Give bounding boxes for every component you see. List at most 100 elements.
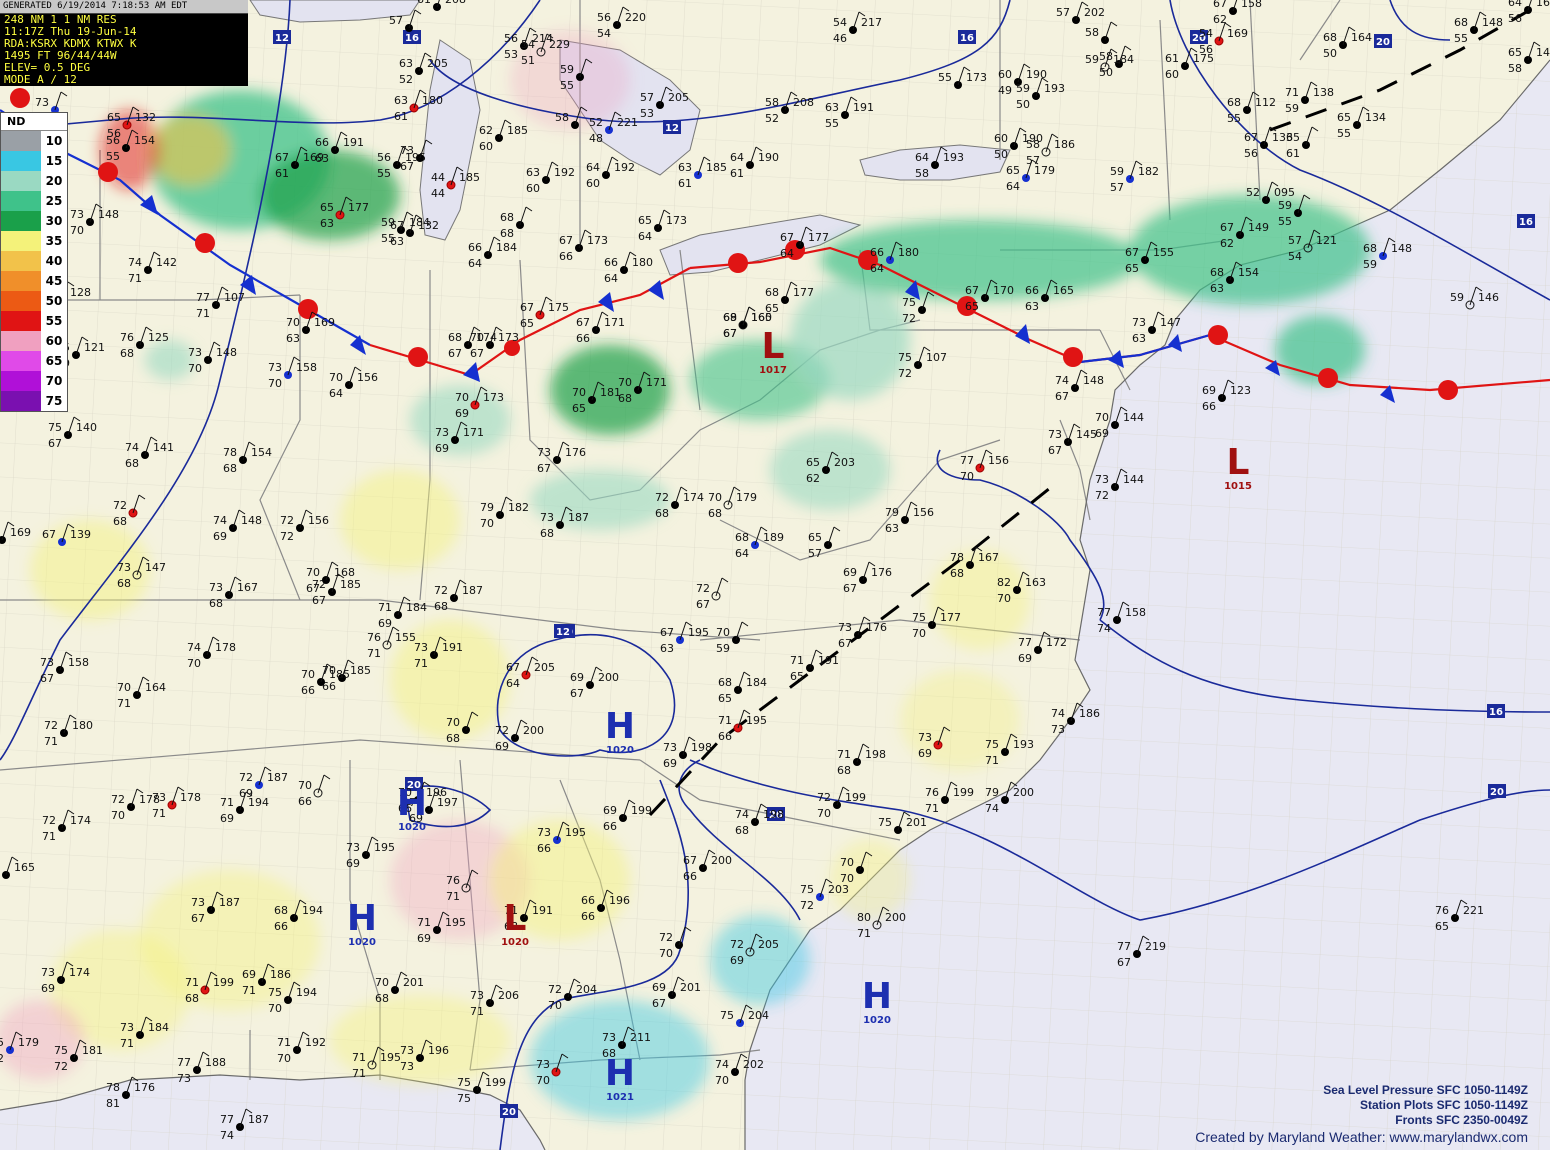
legend-swatch (1, 131, 41, 151)
station-dewpoint: 70 (548, 999, 562, 1012)
station-dewpoint: 74 (1097, 622, 1111, 635)
station-pressure: 221 (617, 116, 638, 129)
station-temperature: 66 (468, 241, 482, 254)
station-pressure: 186 (1079, 707, 1100, 720)
station-dewpoint: 70 (659, 947, 673, 960)
station-dewpoint: 53 (504, 48, 518, 61)
legend-label: 65 (41, 354, 67, 368)
isobar-label-text: 12 (665, 123, 679, 134)
station-pressure: 205 (427, 57, 448, 70)
station-pressure: 194 (296, 986, 317, 999)
station-dewpoint: 67 (652, 997, 666, 1010)
station-pressure: 202 (1084, 6, 1105, 19)
station-dewpoint: 70 (912, 627, 926, 640)
isobar-label: 16 (958, 30, 976, 44)
station-pressure: 203 (834, 456, 855, 469)
station-temperature: 74 (735, 808, 749, 821)
station-temperature: 66 (581, 894, 595, 907)
station-temperature: 56 (597, 11, 611, 24)
station-temperature: 69 (242, 968, 256, 981)
station-temperature: 71 (378, 601, 392, 614)
station-dewpoint: 60 (479, 140, 493, 153)
legend-label: 60 (41, 334, 67, 348)
station-dewpoint: 52 (399, 73, 413, 86)
station-pressure: 147 (1160, 316, 1181, 329)
station-temperature: 60 (998, 68, 1012, 81)
station-temperature: 68 (723, 311, 737, 324)
station-dewpoint: 56 (1199, 43, 1213, 56)
station-temperature: 69 (843, 566, 857, 579)
station-temperature: 65 (638, 214, 652, 227)
legend-swatch (1, 291, 41, 311)
station-dewpoint: 64 (329, 387, 343, 400)
station-pressure: 191 (343, 136, 364, 149)
legend-swatch (1, 211, 41, 231)
station-dewpoint: 63 (1025, 300, 1039, 313)
center-pressure-value: 1020 (398, 822, 426, 833)
station-temperature: 71 (718, 714, 732, 727)
station-temperature: 72 (730, 938, 744, 951)
station-temperature: 82 (997, 576, 1011, 589)
station-temperature: 75 (457, 1076, 471, 1089)
station-temperature: 57 (1056, 6, 1070, 19)
station-pressure: 174 (476, 331, 497, 344)
legend-swatch (1, 231, 41, 251)
station-temperature: 64 (915, 151, 929, 164)
isobar-label: 16 (403, 30, 421, 44)
legend-swatch (1, 171, 41, 191)
station-temperature: 70 (446, 716, 460, 729)
isobar-label-text: 20 (1376, 37, 1390, 48)
station-dewpoint: 69 (346, 857, 360, 870)
legend-bin: 60 (1, 331, 67, 351)
station-pressure: 199 (485, 1076, 506, 1089)
station-dewpoint: 71 (925, 802, 939, 815)
legend-swatch (1, 351, 41, 371)
station-temperature: 75 (898, 351, 912, 364)
station-pressure: 199 (953, 786, 974, 799)
reflectivity-legend: ND 10 15 20 25 30 35 40 45 50 55 60 65 70 75 (0, 112, 68, 412)
station-dewpoint: 71 (44, 735, 58, 748)
station-temperature: 73 (152, 791, 166, 804)
station-pressure: 158 (296, 361, 317, 374)
station-pressure: 123 (1230, 384, 1251, 397)
station-pressure: 193 (943, 151, 964, 164)
station-dewpoint: 68 (375, 992, 389, 1005)
generated-timestamp: GENERATED 6/19/2014 7:18:53 AM EDT (0, 0, 248, 14)
station-dewpoint: 71 (446, 890, 460, 903)
station-dewpoint: 68 (950, 567, 964, 580)
legend-swatch (1, 331, 41, 351)
station-temperature: 73 (188, 346, 202, 359)
station-temperature: 76 (367, 631, 381, 644)
legend-label: 40 (41, 254, 67, 268)
station-pressure: 208 (445, 0, 466, 6)
station-dewpoint: 67 (570, 687, 584, 700)
high-pressure-center: H1020 (347, 898, 377, 948)
station-temperature: 69 (652, 981, 666, 994)
station-dewpoint: 61 (275, 167, 289, 180)
station-pressure: 191 (853, 101, 874, 114)
station-dewpoint: 55 (1278, 215, 1292, 228)
station-temperature: 71 (837, 748, 851, 761)
station-pressure: 176 (866, 621, 887, 634)
center-pressure-value: 1020 (348, 937, 376, 948)
station-temperature: 73 (117, 561, 131, 574)
station-temperature: 78 (106, 1081, 120, 1094)
station-dewpoint: 68 (117, 577, 131, 590)
station-temperature: 68 (1363, 242, 1377, 255)
station-temperature: 72 (113, 499, 127, 512)
station-dewpoint: 65 (1125, 262, 1139, 275)
station-temperature: 73 (470, 989, 484, 1002)
station-dewpoint: 63 (660, 642, 674, 655)
station-temperature: 74 (187, 641, 201, 654)
station-pressure: 134 (1365, 111, 1386, 124)
station-temperature: 70 (1095, 411, 1109, 424)
station-dewpoint: 67 (696, 598, 710, 611)
station-dewpoint: 69 (417, 932, 431, 945)
station-temperature: 73 (537, 446, 551, 459)
station-temperature: 67 (1125, 246, 1139, 259)
legend-bin: 75 (1, 391, 67, 411)
station-pressure: 180 (632, 256, 653, 269)
center-letter: L (504, 898, 527, 939)
station-pressure: 211 (630, 1031, 651, 1044)
station-temperature: 79 (985, 786, 999, 799)
